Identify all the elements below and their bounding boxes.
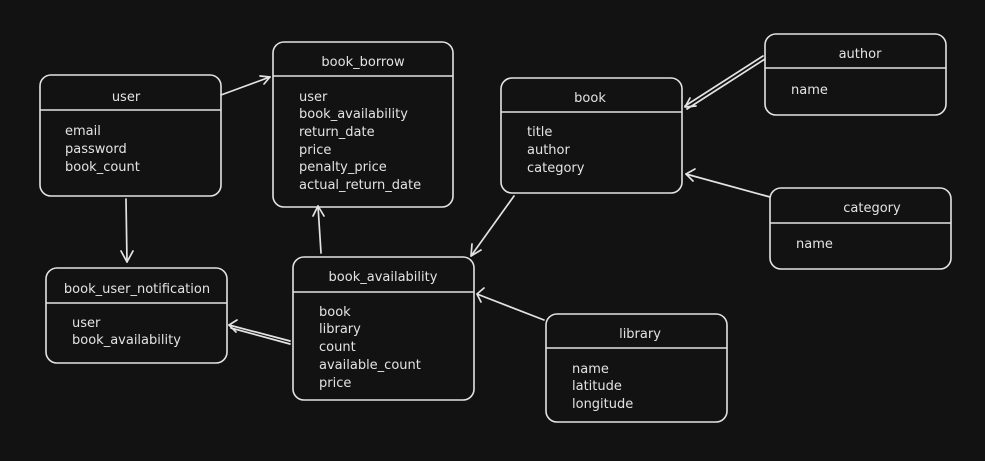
entity-field: return_date: [299, 125, 375, 140]
arrow-book-to-book-availability: [470, 195, 515, 257]
arrow-book-availability-to-book-borrow: [312, 205, 325, 254]
entity-title: author: [839, 47, 882, 62]
arrow-user-to-book-borrow: [220, 75, 271, 96]
entity-field: user: [72, 316, 101, 331]
entity-book-user-notification: book_user_notification user book_availab…: [45, 267, 228, 364]
entity-library: library name latitude longitude: [545, 313, 728, 423]
arrow-library-to-book-availability: [476, 287, 545, 321]
entity-book: book title author category: [500, 77, 683, 194]
entity-field: price: [299, 143, 331, 158]
entity-title: book: [574, 91, 606, 106]
entity-title: book_user_notification: [64, 282, 210, 297]
entity-field: longitude: [572, 397, 633, 412]
arrow-category-to-book: [685, 168, 771, 198]
entity-field: password: [65, 142, 127, 157]
entity-field: category: [527, 161, 585, 176]
arrow-user-to-book-user-notification: [120, 198, 134, 263]
entity-field: latitude: [572, 379, 622, 394]
relationships: [120, 55, 771, 345]
entity-field: count: [319, 340, 356, 355]
entity-title: user: [112, 90, 141, 105]
arrow-author-to-book: [684, 55, 766, 110]
entity-author: author name: [764, 33, 947, 116]
arrow-book-availability-to-book-user-notification: [228, 319, 291, 345]
entity-category: category name: [769, 187, 952, 270]
entity-field: book_availability: [72, 333, 181, 348]
entity-field: available_count: [319, 358, 421, 373]
entity-book-borrow: book_borrow user book_availability retur…: [272, 41, 454, 208]
entity-field: author: [527, 143, 570, 158]
entity-field: name: [572, 362, 609, 377]
entity-field: book_availability: [299, 107, 408, 122]
entity-field: name: [796, 237, 833, 252]
entity-field: user: [299, 90, 328, 105]
entity-field: price: [319, 376, 351, 391]
entity-title: category: [843, 201, 901, 216]
entity-field: library: [319, 322, 361, 337]
entity-field: book_count: [65, 160, 140, 175]
entity-field: name: [791, 83, 828, 98]
entity-field: title: [527, 125, 552, 140]
entity-field: book: [319, 305, 351, 320]
entity-field: email: [65, 124, 101, 139]
entity-title: book_availability: [329, 270, 438, 285]
entity-title: library: [619, 327, 661, 342]
entity-field: actual_return_date: [299, 178, 421, 193]
entity-user: user email password book_count: [39, 74, 222, 197]
entity-book-availability: book_availability book library count ava…: [292, 256, 475, 401]
entity-title: book_borrow: [321, 55, 405, 70]
er-diagram-canvas: user email password book_count book_borr…: [39, 33, 952, 423]
entity-field: penalty_price: [299, 160, 387, 175]
